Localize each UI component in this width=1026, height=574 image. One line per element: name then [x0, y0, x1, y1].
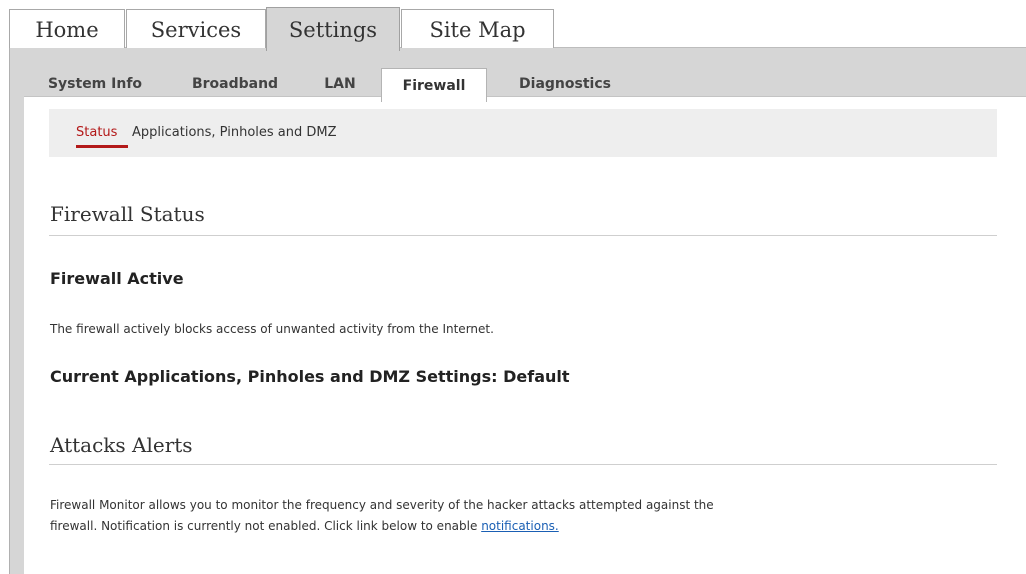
firewall-subnav: Status Applications, Pinholes and DMZ	[49, 109, 997, 157]
firewall-state: Firewall Active	[50, 269, 184, 288]
subnav-active-indicator	[76, 145, 128, 148]
firewall-status-divider	[49, 235, 997, 236]
attacks-alerts-divider	[49, 464, 997, 465]
tab-settings[interactable]: Settings	[266, 7, 400, 51]
subtab-lan[interactable]: LAN	[314, 70, 366, 97]
tab-site-map[interactable]: Site Map	[401, 9, 554, 49]
subtab-firewall[interactable]: Firewall	[381, 68, 487, 102]
sub-tab-bar: System Info Broadband LAN Firewall Diagn…	[10, 48, 1026, 102]
subtab-diagnostics[interactable]: Diagnostics	[500, 70, 630, 97]
subtab-broadband[interactable]: Broadband	[180, 70, 290, 97]
attacks-alerts-line-1: Firewall Monitor allows you to monitor t…	[50, 498, 714, 512]
subtab-system-info[interactable]: System Info	[34, 70, 156, 97]
subnav-applications-link[interactable]: Applications, Pinholes and DMZ	[132, 125, 337, 140]
firewall-status-heading: Firewall Status	[50, 202, 205, 226]
top-tab-bar: Home Services Settings Site Map	[9, 7, 1026, 51]
attacks-alerts-heading: Attacks Alerts	[50, 433, 193, 457]
subnav-status-link[interactable]: Status	[76, 125, 117, 140]
settings-panel: System Info Broadband LAN Firewall Diagn…	[9, 48, 1026, 574]
tab-services[interactable]: Services	[126, 9, 266, 49]
firewall-description: The firewall actively blocks access of u…	[50, 322, 494, 336]
current-settings-label: Current Applications, Pinholes and DMZ S…	[50, 367, 570, 386]
notifications-link[interactable]: notifications.	[481, 519, 559, 533]
tab-home[interactable]: Home	[9, 9, 125, 49]
firewall-content: Status Applications, Pinholes and DMZ Fi…	[24, 96, 1026, 574]
attacks-alerts-description: Firewall Monitor allows you to monitor t…	[50, 495, 980, 537]
attacks-alerts-line-2: firewall. Notification is currently not …	[50, 519, 482, 533]
